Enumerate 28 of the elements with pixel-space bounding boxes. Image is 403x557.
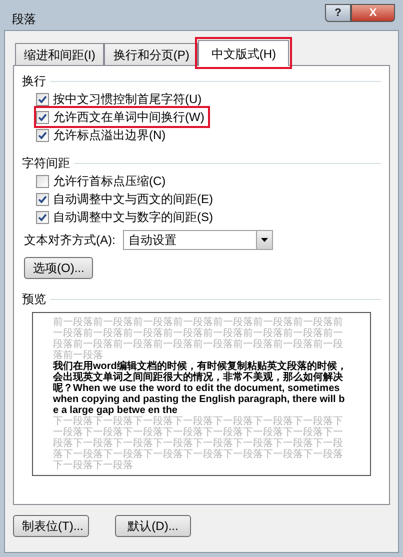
checkbox-option[interactable]: 允许行首标点压缩(C) xyxy=(36,172,170,190)
checkbox-option[interactable]: 允许西文在单词中间换行(W) xyxy=(36,108,208,126)
dialog-button[interactable]: 制表位(T)... xyxy=(13,515,89,537)
preview-text: 前一段落前一段落前一段落前一段落前一段落前一段落前一段落前一段落前一段落前一段落前一段落前一段落前一段落前一段落前一段落前一段落前一段落前一段落前一段落前一段落前一段落前一段落前一段落 xyxy=(53,317,344,361)
alignment-dropdown[interactable]: 自动设置 xyxy=(123,230,274,250)
tab[interactable]: 中文版式(H) xyxy=(198,40,289,66)
checkbox[interactable] xyxy=(36,210,49,224)
checkbox[interactable] xyxy=(36,110,49,124)
checkbox[interactable] xyxy=(36,192,49,206)
group-title: 预览 xyxy=(22,291,46,308)
checkbox-option[interactable]: 自动调整中文与西文的间距(E) xyxy=(36,190,217,208)
group-title: 字符间距 xyxy=(22,155,70,172)
tab[interactable]: 缩进和间距(I) xyxy=(15,43,104,65)
checkbox-option[interactable]: 按中文习惯控制首尾字符(U) xyxy=(36,90,206,108)
checkbox[interactable] xyxy=(36,174,49,188)
dialog-button[interactable]: 默认(D)... xyxy=(115,515,191,537)
checkbox-option[interactable]: 允许标点溢出边界(N) xyxy=(36,126,170,144)
preview-text: 下一段落下一段落下一段落下一段落下一段落下一段落下一段落下一段落下一段落下一段落下一段落下一段落下一段落下一段落下一段落下一段落下一段落下一段落下一段落下一段落下一段落下一段落下一段落下一段落下一段落下一段落下一段落下一段落下一段落下一段落下一段落 xyxy=(53,416,344,471)
dialog-button[interactable]: 选项(O)... xyxy=(24,257,94,279)
checkbox[interactable] xyxy=(36,92,49,106)
checkbox-option[interactable]: 自动调整中文与数字的间距(S) xyxy=(36,208,217,226)
tab[interactable]: 换行和分页(P) xyxy=(104,43,198,65)
group-title: 换行 xyxy=(22,73,46,90)
preview-text: 我们在用word编辑文档的时候，有时候复制粘贴英文段落的时候，会出现英文单词之间间距很大的情况，非常不美观，那么如何解决呢？When we use the word to edit the document, sometimes when copying and pasting the English paragraph, there will be a large gap betwe en the xyxy=(53,361,348,416)
help-button[interactable]: ? xyxy=(325,4,351,22)
field-label: 文本对齐方式(A): xyxy=(24,232,116,249)
window-title: 段落 xyxy=(11,11,36,28)
checkbox[interactable] xyxy=(36,128,49,142)
